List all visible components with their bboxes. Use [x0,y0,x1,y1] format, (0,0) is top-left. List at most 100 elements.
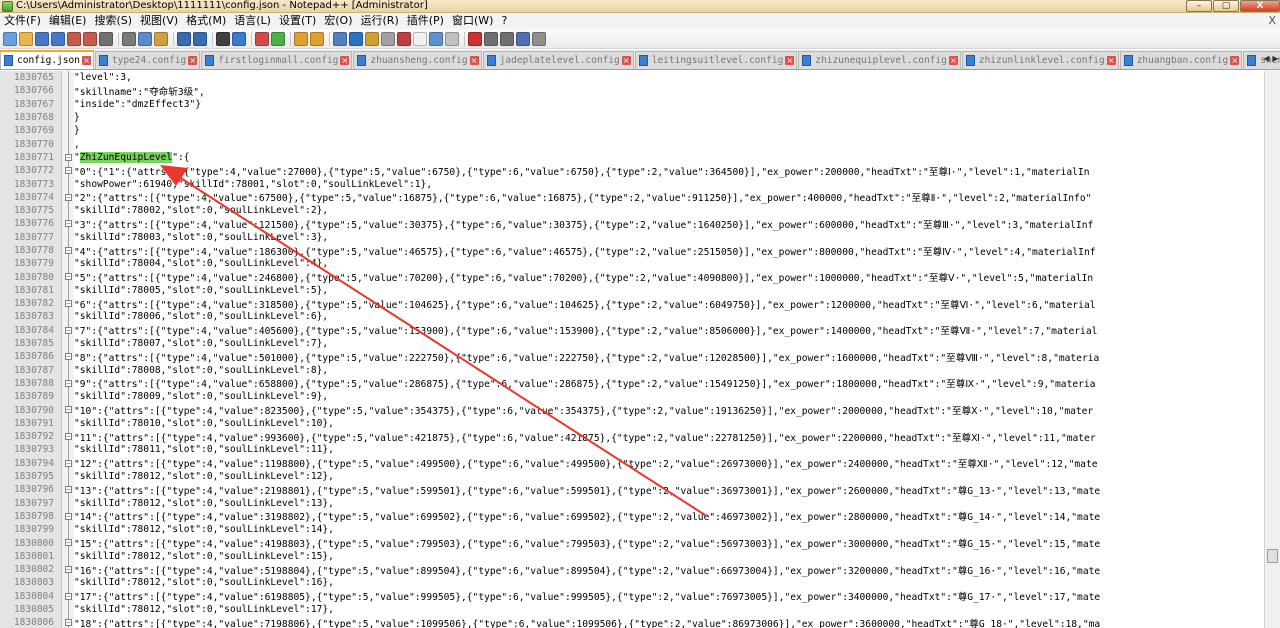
tab-close-icon[interactable]: × [1106,56,1116,65]
fold-toggle-icon[interactable]: − [54,509,74,524]
code-text[interactable]: "skillId":78011,"slot":0,"soulLinkLevel"… [74,444,1264,455]
code-line[interactable]: 1830772− "0":{"1":{"attrs":[{"type":4,"va… [0,164,1264,178]
code-text[interactable]: "5":{"attrs":[{"type":4,"value":246800},… [74,270,1264,284]
show-all-icon[interactable] [349,31,363,46]
close-window-button[interactable]: X [1240,0,1280,12]
code-line[interactable]: 1830779 "skillId":78004,"slot":0,"soulLin… [0,257,1264,271]
code-text[interactable]: "showPower":61940,"skillId":78001,"slot"… [74,179,1264,190]
code-text[interactable]: "2":{"attrs":[{"type":4,"value":67500},{… [74,190,1264,204]
fold-toggle-icon[interactable]: − [54,297,74,311]
menu-run[interactable]: 运行(R) [357,13,403,29]
code-text[interactable]: "ZhiZunEquipLevel":{ [74,151,1264,163]
code-line[interactable]: 1830795 "skillId":78012,"slot":0,"soulLin… [0,469,1264,484]
zoom-out-icon[interactable] [271,31,285,46]
code-text[interactable]: "16":{"attrs":[{"type":4,"value":5198804… [74,563,1264,577]
code-line[interactable]: 1830793 "skillId":78011,"slot":0,"soulLin… [0,443,1264,457]
notepadpp-app-icon[interactable] [2,0,13,12]
cut-icon[interactable] [122,31,136,46]
tab-zhuangban-config[interactable]: zhuangban.config × [1119,51,1243,69]
tab-close-icon[interactable]: × [1230,56,1240,65]
monitor-icon[interactable] [445,31,459,46]
indent-guide-icon[interactable] [365,31,379,46]
code-text[interactable]: "skillId":78012,"slot":0,"soulLinkLevel"… [74,524,1264,535]
code-line[interactable]: 1830801 "skillId":78012,"slot":0,"soulLin… [0,549,1264,563]
paste-icon[interactable] [154,31,168,46]
fold-toggle-icon[interactable]: − [54,243,74,258]
menu-settings[interactable]: 设置(T) [275,13,320,29]
code-text[interactable]: "skillId":78012,"slot":0,"soulLinkLevel"… [74,551,1264,562]
code-line[interactable]: 1830768} [0,110,1264,125]
code-text[interactable]: "7":{"attrs":[{"type":4,"value":405600},… [74,323,1264,337]
fold-toggle-icon[interactable]: − [54,270,74,284]
code-line[interactable]: 1830766 "skillname":"夺命斩3级", [0,84,1264,98]
code-line[interactable]: 1830767 "inside":"dmzEffect3"} [0,97,1264,111]
code-text[interactable]: "skillId":78012,"slot":0,"soulLinkLevel"… [74,604,1264,615]
code-line[interactable]: 1830771− "ZhiZunEquipLevel":{ [0,150,1264,165]
fold-toggle-icon[interactable]: − [54,589,74,603]
code-line[interactable]: 1830798− "14":{"attrs":[{"type":4,"value"… [0,509,1264,524]
code-line[interactable]: 1830802− "16":{"attrs":[{"type":4,"value"… [0,562,1264,577]
tab-close-icon[interactable]: × [469,56,479,65]
fold-toggle-icon[interactable]: − [54,430,74,444]
code-line[interactable]: 1830799 "skillId":78012,"slot":0,"soulLin… [0,523,1264,537]
fold-toggle-icon[interactable]: − [54,616,74,628]
code-line[interactable]: 1830785 "skillId":78007,"slot":0,"soulLin… [0,336,1264,351]
tab-scroll-right-icon[interactable]: ▶ [1271,53,1280,65]
code-text[interactable]: "4":{"attrs":[{"type":4,"value":186300},… [74,244,1264,258]
code-line[interactable]: 1830777 "skillId":78003,"slot":0,"soulLin… [0,230,1264,244]
code-text[interactable]: "skillId":78007,"slot":0,"soulLinkLevel"… [74,338,1264,349]
menu-search[interactable]: 搜索(S) [90,13,136,29]
code-line[interactable]: 1830786− "8":{"attrs":[{"type":4,"value":… [0,350,1264,364]
code-text[interactable]: "level":3, [74,72,1264,83]
code-line[interactable]: 1830800− "15":{"attrs":[{"type":4,"value"… [0,536,1264,550]
fold-toggle-icon[interactable]: − [54,562,74,577]
code-text[interactable]: "skillId":78008,"slot":0,"soulLinkLevel"… [74,365,1264,376]
menu-window[interactable]: 窗口(W) [448,13,497,29]
code-text[interactable]: "17":{"attrs":[{"type":4,"value":6198805… [74,589,1264,603]
code-line[interactable]: 1830783 "skillId":78006,"slot":0,"soulLin… [0,310,1264,324]
code-line[interactable]: 1830789 "skillId":78009,"slot":0,"soulLin… [0,390,1264,404]
fold-toggle-icon[interactable]: − [54,150,74,165]
editor-area[interactable]: 1830765 "level":3, 1830766 "skillname":"夺命斩… [0,71,1280,628]
code-line[interactable]: 1830787 "skillId":78008,"slot":0,"soulLin… [0,363,1264,377]
code-text[interactable]: "inside":"dmzEffect3"} [74,99,1264,110]
vertical-scrollbar[interactable] [1264,71,1280,628]
tab-zhizunequiplevel-config[interactable]: zhizunequiplevel.config × [798,51,961,69]
save-icon[interactable] [35,31,49,46]
code-text[interactable]: "skillId":78006,"slot":0,"soulLinkLevel"… [74,311,1264,322]
code-text[interactable]: "skillId":78012,"slot":0,"soulLinkLevel"… [74,577,1264,588]
code-line[interactable]: 1830769} [0,124,1264,138]
fold-toggle-icon[interactable]: − [54,323,74,337]
menu-plugins[interactable]: 插件(P) [403,13,448,29]
fold-toggle-icon[interactable]: − [54,217,74,231]
code-line[interactable]: 1830806− "18":{"attrs":[{"type":4,"value"… [0,616,1264,628]
redo-icon[interactable] [193,31,207,46]
sync-v-icon[interactable] [294,31,308,46]
code-text[interactable]: "skillId":78004,"slot":0,"soulLinkLevel"… [74,258,1264,269]
code-text[interactable]: "12":{"attrs":[{"type":4,"value":1198800… [74,456,1264,470]
menu-file[interactable]: 文件(F) [0,13,45,29]
code-text[interactable]: "6":{"attrs":[{"type":4,"value":318500},… [74,297,1264,311]
maximize-button[interactable]: ▢ [1213,0,1239,12]
code-line[interactable]: 1830797 "skillId":78012,"slot":0,"soulLin… [0,496,1264,510]
code-line[interactable]: 1830790− "10":{"attrs":[{"type":4,"value"… [0,403,1264,417]
folder-workspace-icon[interactable] [429,31,443,46]
zoom-in-icon[interactable] [255,31,269,46]
tab-close-icon[interactable]: × [340,56,350,65]
tab-leitingsuitlevel-config[interactable]: leitingsuitlevel.config × [634,51,798,69]
code-text[interactable]: "skillId":78010,"slot":0,"soulLinkLevel"… [74,418,1264,429]
code-line[interactable]: 1830775 "skillId":78002,"slot":0,"soulLin… [0,203,1264,218]
code-text[interactable]: "skillId":78012,"slot":0,"soulLinkLevel"… [74,498,1264,509]
code-text[interactable]: "skillId":78012,"slot":0,"soulLinkLevel"… [74,471,1264,482]
sync-h-icon[interactable] [310,31,324,46]
fold-toggle-icon[interactable]: − [54,536,74,550]
stop-macro-icon[interactable] [484,31,498,46]
replace-icon[interactable] [232,31,246,46]
save-all-icon[interactable] [51,31,65,46]
tab-firstloginmall-config[interactable]: firstloginmall.config × [201,51,353,69]
word-wrap-icon[interactable] [333,31,347,46]
code-text[interactable]: "skillId":78009,"slot":0,"soulLinkLevel"… [74,391,1264,402]
tab-zhizunlinklevel-config[interactable]: zhizunlinklevel.config × [961,51,1119,69]
tab-close-icon[interactable]: × [621,56,631,65]
tab-config-json[interactable]: config.json × [0,50,94,69]
